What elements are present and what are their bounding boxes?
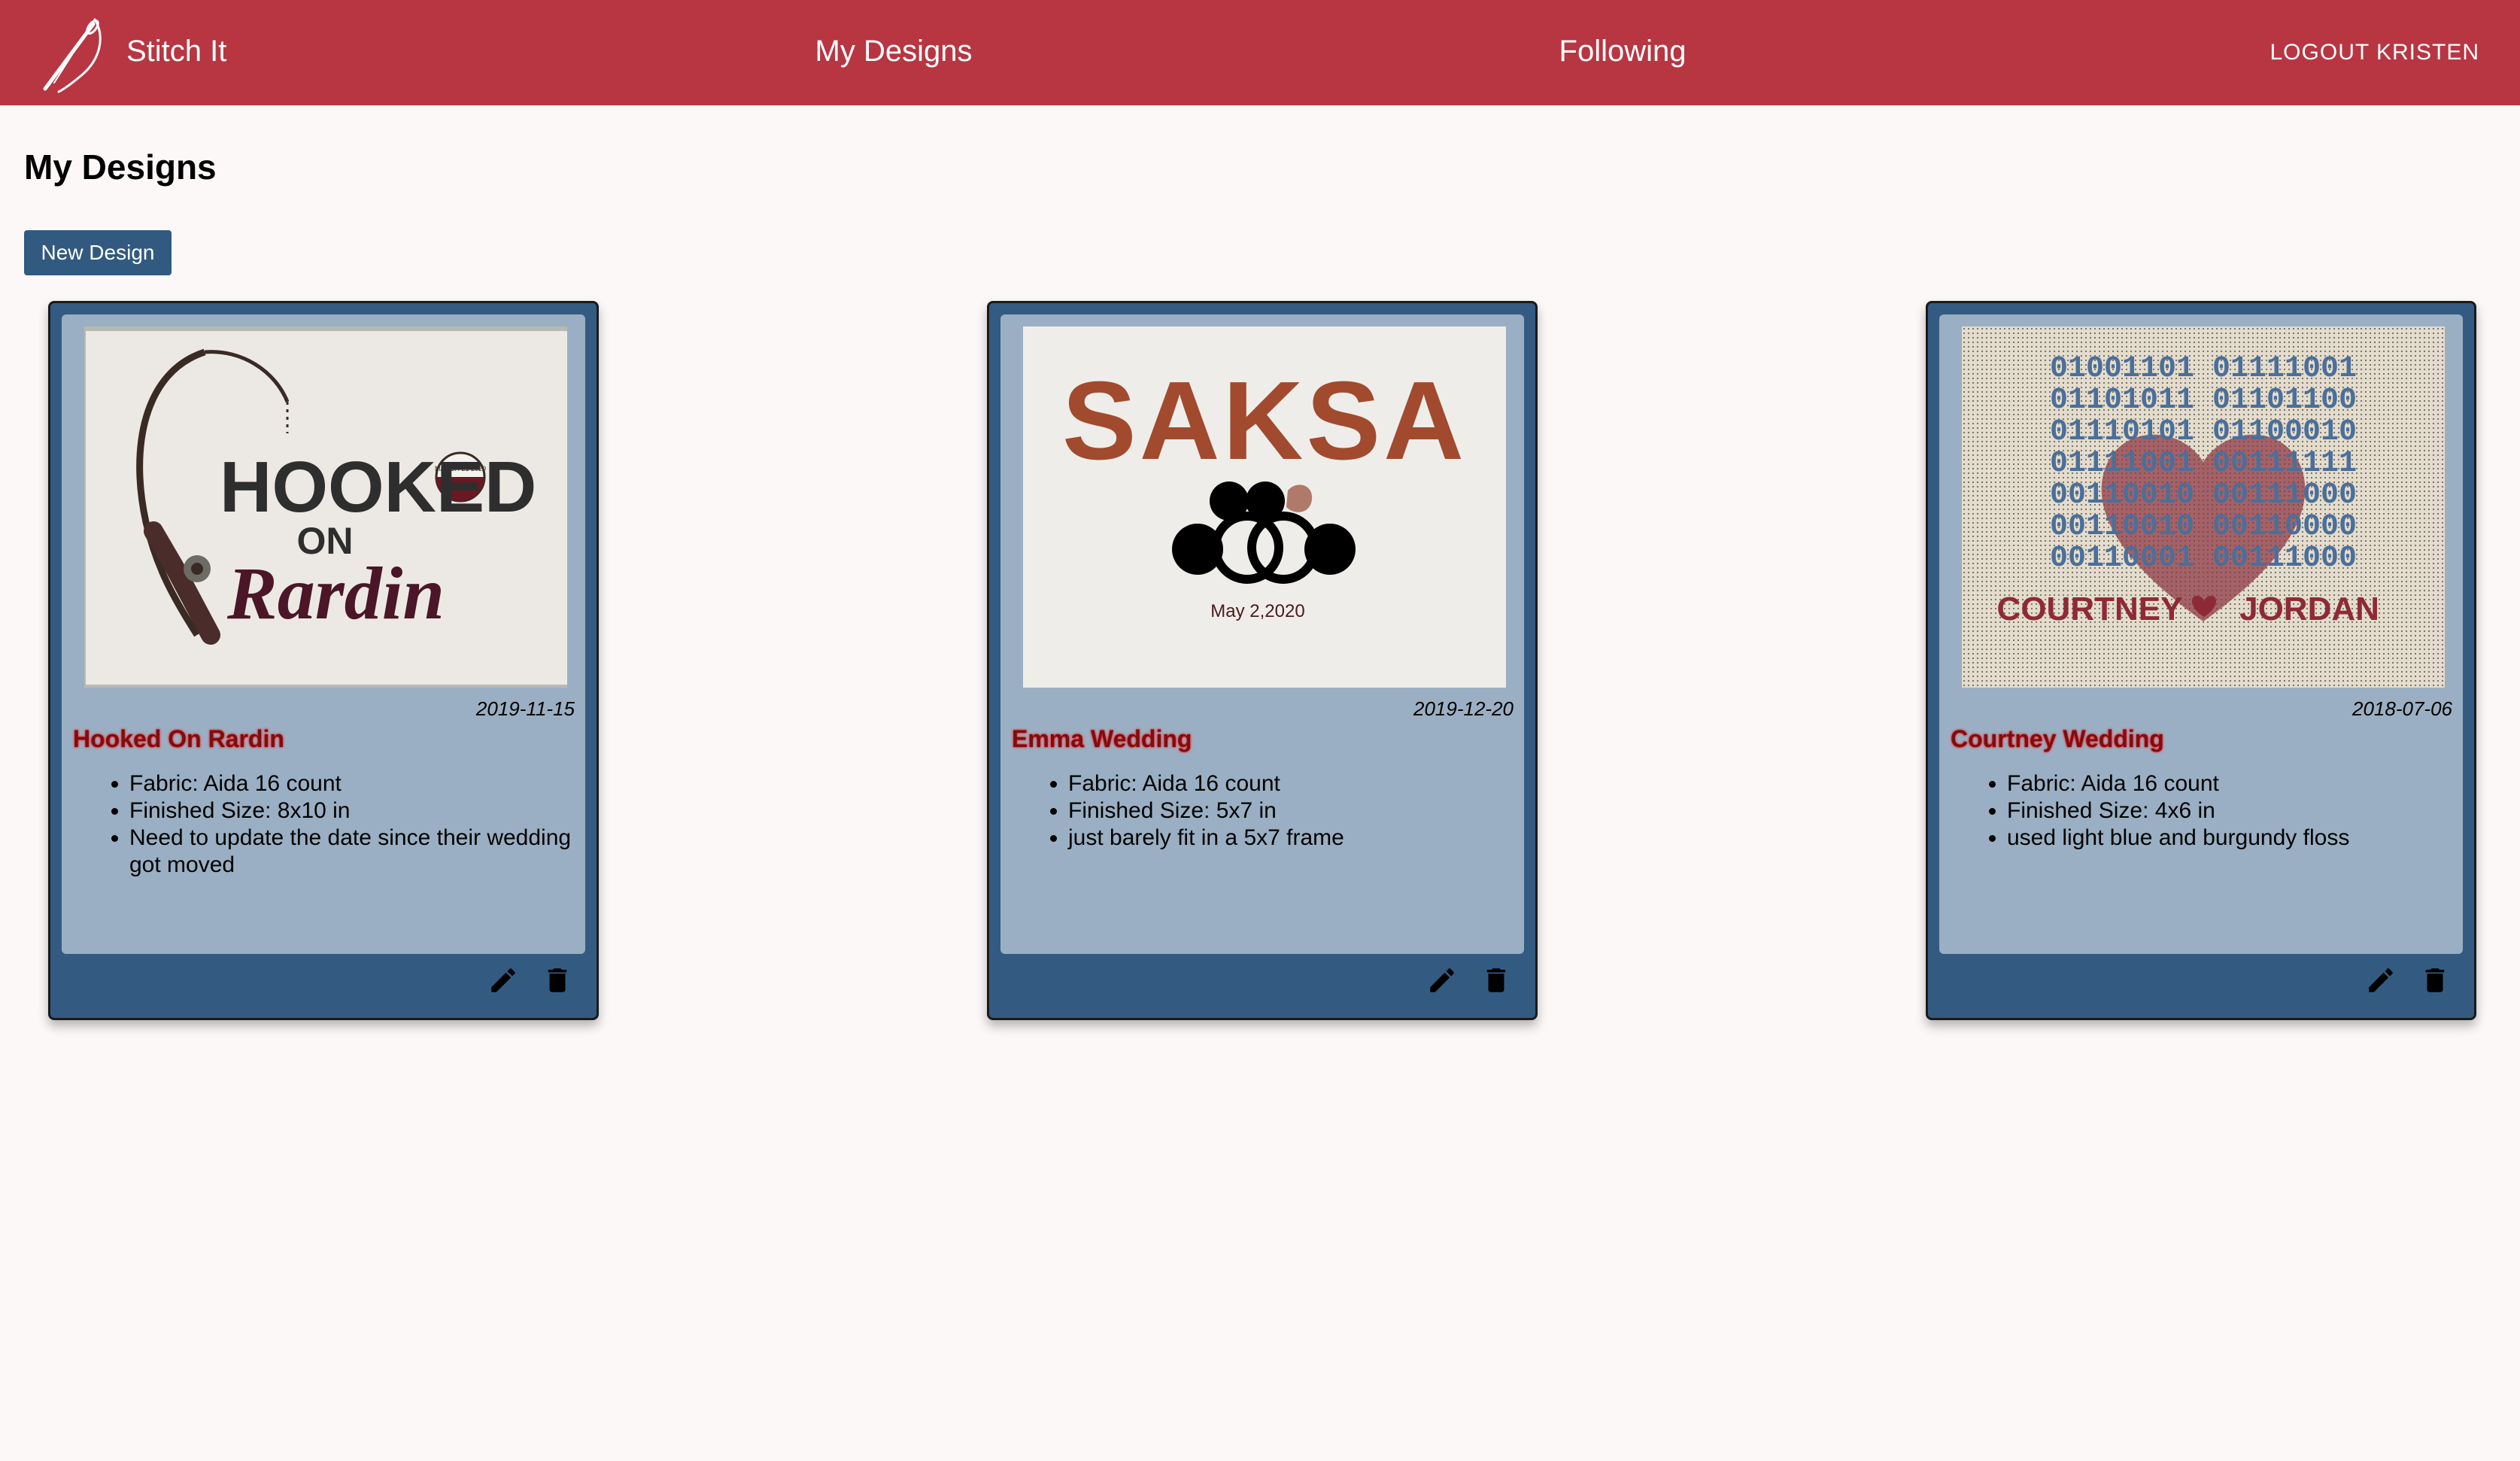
- design-photo[interactable]: 01001101 01111001 01101011 01101100 0111…: [1962, 327, 2445, 688]
- design-photo[interactable]: MARCH 21 2020 HOOKED ON Rardin: [84, 327, 567, 688]
- pencil-icon[interactable]: [487, 964, 520, 997]
- design-date: 2019-12-20: [1413, 697, 1514, 720]
- design-details-list: Fabric: Aida 16 count Finished Size: 4x6…: [1972, 770, 2458, 852]
- page-title: My Designs: [24, 147, 217, 187]
- design-card: SAKSA May 2,2020 2019-12-20 Emma Wedding…: [987, 301, 1538, 1020]
- image-text-saksa: SAKSA: [1062, 359, 1467, 483]
- list-item: Fabric: Aida 16 count: [2007, 770, 2458, 797]
- app-brand-name[interactable]: Stitch It: [126, 30, 226, 72]
- trash-icon[interactable]: [2418, 964, 2452, 997]
- binary-row: 01110101 01100010: [2050, 415, 2357, 449]
- image-text-rardin: Rardin: [226, 551, 445, 635]
- binary-row: 01111001 00111111: [2050, 447, 2357, 481]
- top-navigation-bar: Stitch It My Designs Following LOGOUT KR…: [0, 0, 2520, 105]
- design-details-list: Fabric: Aida 16 count Finished Size: 5x7…: [1034, 770, 1520, 852]
- list-item: Fabric: Aida 16 count: [129, 770, 581, 797]
- design-card: 01001101 01111001 01101011 01101100 0111…: [1926, 301, 2476, 1020]
- needle-and-thread-icon[interactable]: [36, 14, 111, 93]
- list-item: Finished Size: 5x7 in: [1068, 797, 1520, 825]
- image-text-date: May 2,2020: [1210, 601, 1304, 621]
- design-details-list: Fabric: Aida 16 count Finished Size: 8x1…: [95, 770, 581, 879]
- trash-icon[interactable]: [541, 964, 574, 997]
- binary-row: 00110010 00110000: [2050, 510, 2357, 544]
- binary-row: 00110001 00111000: [2050, 542, 2357, 576]
- card-actions: [2364, 964, 2452, 997]
- pencil-icon[interactable]: [2364, 964, 2397, 997]
- list-item: just barely fit in a 5x7 frame: [1068, 825, 1520, 852]
- design-card: MARCH 21 2020 HOOKED ON Rardin 2019-11-1…: [48, 301, 599, 1020]
- new-design-button[interactable]: New Design: [24, 230, 172, 275]
- card-actions: [487, 964, 574, 997]
- logout-button[interactable]: LOGOUT KRISTEN: [2270, 38, 2480, 68]
- nav-following[interactable]: Following: [1510, 30, 1735, 72]
- nav-my-designs[interactable]: My Designs: [781, 30, 1006, 72]
- image-text-jordan: JORDAN: [2239, 591, 2379, 627]
- design-title[interactable]: Courtney Wedding: [1951, 724, 2164, 754]
- design-date: 2019-11-15: [475, 697, 575, 720]
- trash-icon[interactable]: [1480, 964, 1513, 997]
- list-item: Finished Size: 8x10 in: [129, 797, 581, 825]
- list-item: Fabric: Aida 16 count: [1068, 770, 1520, 797]
- binary-row: 01001101 01111001: [2050, 352, 2357, 386]
- design-photo[interactable]: SAKSA May 2,2020: [1023, 327, 1506, 688]
- pencil-icon[interactable]: [1425, 964, 1459, 997]
- list-item: Need to update the date since their wedd…: [129, 825, 581, 879]
- list-item: Finished Size: 4x6 in: [2007, 797, 2458, 825]
- card-actions: [1425, 964, 1513, 997]
- image-text-hooked: HOOKED: [220, 447, 536, 527]
- design-title[interactable]: Emma Wedding: [1012, 724, 1192, 754]
- design-card-body: MARCH 21 2020 HOOKED ON Rardin 2019-11-1…: [62, 314, 585, 954]
- design-date: 2018-07-06: [2352, 697, 2452, 720]
- image-text-courtney: COURTNEY: [1997, 591, 2183, 627]
- list-item: used light blue and burgundy floss: [2007, 825, 2458, 852]
- design-title[interactable]: Hooked On Rardin: [73, 724, 284, 754]
- binary-row: 01101011 01101100: [2050, 384, 2357, 418]
- binary-row: 00110010 00111000: [2050, 478, 2357, 512]
- design-card-body: SAKSA May 2,2020 2019-12-20 Emma Wedding…: [1000, 314, 1524, 954]
- design-card-body: 01001101 01111001 01101011 01101100 0111…: [1939, 314, 2463, 954]
